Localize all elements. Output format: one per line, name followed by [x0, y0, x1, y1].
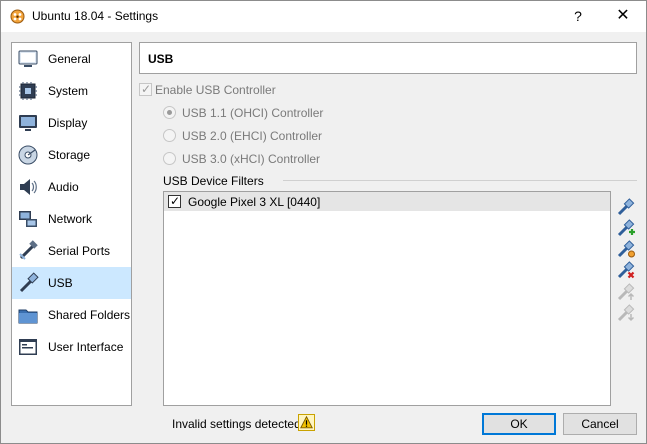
sidebar-item-serial-ports[interactable]: Serial Ports	[12, 235, 131, 267]
sidebar-item-label: Serial Ports	[48, 244, 111, 258]
enable-usb-checkbox-box[interactable]: ✓	[139, 82, 152, 96]
radio-label: USB 2.0 (EHCI) Controller	[182, 129, 323, 143]
close-button[interactable]: ✕	[611, 6, 635, 26]
virtualbox-app-icon	[10, 9, 25, 24]
usb-filters-list[interactable]: ✓ Google Pixel 3 XL [0440]	[163, 191, 611, 406]
sidebar-item-general[interactable]: General	[12, 43, 131, 75]
radio-label: USB 1.1 (OHCI) Controller	[182, 106, 324, 120]
sidebar-item-label: System	[48, 84, 89, 98]
sidebar-item-user-interface[interactable]: User Interface	[12, 331, 131, 363]
sidebar-item-display[interactable]: Display	[12, 107, 131, 139]
invalid-settings-message: Invalid settings detected	[172, 417, 301, 431]
sidebar-item-label: Storage	[48, 148, 91, 162]
sidebar-item-label: USB	[48, 276, 73, 290]
sidebar-item-label: Display	[48, 116, 88, 130]
window-title: Ubuntu 18.04 - Settings	[32, 9, 159, 23]
section-divider	[283, 180, 637, 181]
radio-button[interactable]	[163, 129, 176, 142]
sidebar-item-storage[interactable]: Storage	[12, 139, 131, 171]
storage-icon	[18, 145, 38, 165]
move-up-icon	[617, 283, 635, 301]
enable-usb-label: Enable USB Controller	[155, 83, 276, 97]
radio-selected-dot	[167, 110, 172, 115]
user-interface-icon	[19, 339, 37, 355]
display-icon	[19, 115, 37, 131]
help-button[interactable]: ?	[567, 6, 589, 26]
settings-sidebar: General System Display Storage Audio Net…	[11, 42, 132, 406]
ok-button[interactable]: OK	[482, 413, 556, 435]
filter-checkbox[interactable]: ✓	[168, 194, 181, 208]
filter-label: Google Pixel 3 XL [0440]	[188, 195, 321, 209]
warning-icon[interactable]	[298, 414, 315, 431]
check-mark-icon: ✓	[170, 194, 181, 208]
sidebar-item-label: Shared Folders	[48, 308, 131, 322]
sidebar-item-label: User Interface	[48, 340, 124, 354]
sidebar-item-usb[interactable]: USB	[12, 267, 131, 299]
sidebar-item-shared-folders[interactable]: Shared Folders	[12, 299, 131, 331]
sidebar-item-network[interactable]: Network	[12, 203, 131, 235]
usb-icon	[19, 272, 39, 293]
sidebar-item-label: General	[48, 52, 91, 66]
title-bar[interactable]: Ubuntu 18.04 - Settings ? ✕	[1, 1, 646, 32]
add-filter-icon[interactable]	[616, 197, 636, 217]
sidebar-item-label: Audio	[48, 180, 79, 194]
system-icon	[19, 82, 37, 100]
list-item[interactable]: ✓ Google Pixel 3 XL [0440]	[164, 192, 610, 211]
add-from-device-icon[interactable]	[616, 218, 636, 238]
cancel-button[interactable]: Cancel	[563, 413, 637, 435]
move-down-icon	[617, 304, 635, 322]
sidebar-item-system[interactable]: System	[12, 75, 131, 107]
page-header: USB	[139, 42, 637, 74]
usb-device-filters-title: USB Device Filters	[163, 174, 264, 188]
shared-folders-icon	[18, 309, 38, 324]
check-mark-icon: ✓	[141, 82, 152, 96]
page-title: USB	[148, 52, 174, 66]
remove-filter-icon[interactable]	[616, 260, 636, 280]
audio-icon	[20, 179, 37, 195]
radio-button[interactable]	[163, 106, 176, 119]
general-icon	[18, 50, 38, 67]
serial-ports-icon	[19, 240, 38, 260]
sidebar-item-label: Network	[48, 212, 93, 226]
settings-window: Ubuntu 18.04 - Settings ? ✕ General Syst…	[0, 0, 647, 444]
sidebar-item-audio[interactable]: Audio	[12, 171, 131, 203]
radio-label: USB 3.0 (xHCI) Controller	[182, 152, 321, 166]
edit-filter-icon[interactable]	[616, 239, 636, 259]
radio-button[interactable]	[163, 152, 176, 165]
network-icon	[19, 211, 37, 227]
